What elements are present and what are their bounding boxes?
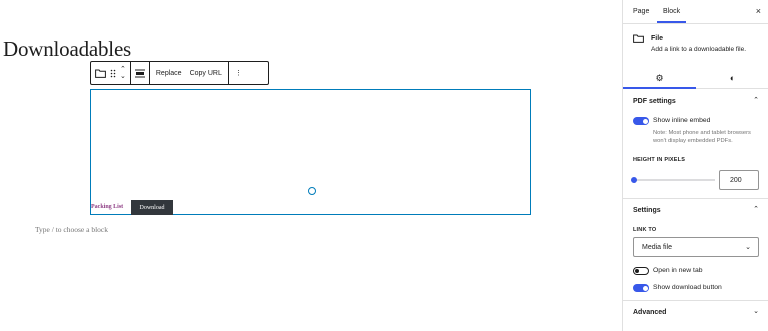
chevron-down-icon: ⌄ [753, 308, 759, 315]
editor-canvas: Downloadables ⌃ ⌄ Replace Copy URL ⋮ Pac… [0, 0, 622, 331]
open-new-tab-toggle[interactable] [633, 267, 649, 275]
toolbar-group-block: ⌃ ⌄ [91, 62, 131, 84]
show-inline-embed-toggle[interactable] [633, 117, 649, 125]
inspector-tabs: ⚙ ◐ [623, 67, 768, 89]
toolbar-group-align [131, 62, 150, 84]
toolbar-group-file: Replace Copy URL [150, 62, 229, 84]
show-inline-embed-label: Show inline embed [653, 117, 711, 124]
tab-page[interactable]: Page [633, 8, 649, 15]
block-card-title: File [651, 35, 664, 42]
height-slider-track[interactable] [633, 179, 715, 181]
move-down-icon[interactable]: ⌄ [120, 73, 126, 80]
folder-icon [95, 69, 106, 78]
replace-button[interactable]: Replace [154, 62, 184, 84]
block-card-description: Add a link to a downloadable file. [651, 46, 747, 53]
show-download-button-toggle[interactable] [633, 284, 649, 292]
link-to-select[interactable]: Media file ⌄ [633, 237, 759, 257]
toolbar-group-more: ⋮ [229, 62, 248, 84]
tab-settings-gear-icon[interactable]: ⚙ [623, 67, 696, 89]
advanced-title: Advanced [633, 309, 667, 316]
pdf-settings-panel-header[interactable]: PDF settings ⌃ [623, 90, 768, 112]
align-button[interactable] [134, 62, 145, 84]
chevron-up-icon: ⌃ [753, 206, 759, 213]
height-in-pixels-label: HEIGHT IN PIXELS [633, 157, 686, 163]
link-to-value: Media file [642, 244, 672, 251]
drag-handle[interactable] [110, 62, 116, 84]
more-options-icon[interactable]: ⋮ [233, 62, 244, 84]
chevron-up-icon: ⌃ [753, 97, 759, 104]
folder-icon [633, 34, 644, 43]
close-icon[interactable]: × [756, 6, 761, 16]
settings-sidebar: Page Block × File Add a link to a downlo… [622, 0, 768, 331]
link-to-label: LINK TO [633, 227, 657, 233]
settings-title: Settings [633, 207, 661, 214]
show-download-button-label: Show download button [653, 284, 722, 291]
advanced-panel-header[interactable]: Advanced ⌄ [623, 301, 768, 323]
block-type-button[interactable] [95, 62, 106, 84]
move-buttons: ⌃ ⌄ [120, 62, 126, 84]
copy-url-button[interactable]: Copy URL [188, 62, 224, 84]
chevron-down-icon: ⌄ [745, 244, 751, 251]
tab-block[interactable]: Block [656, 8, 687, 23]
move-up-icon[interactable]: ⌃ [120, 66, 126, 73]
sidebar-tabs: Page Block × [623, 0, 768, 24]
pdf-settings-title: PDF settings [633, 98, 676, 105]
file-link[interactable]: Packing List [91, 204, 123, 210]
tab-styles-contrast-icon[interactable]: ◐ [696, 67, 768, 89]
settings-panel-header[interactable]: Settings ⌃ [623, 199, 768, 221]
download-button[interactable]: Download [131, 200, 173, 215]
file-block[interactable]: Packing List Download [90, 89, 531, 215]
drag-icon [110, 69, 116, 77]
post-title[interactable]: Downloadables [3, 37, 131, 62]
loading-spinner-icon [308, 187, 316, 195]
block-appender[interactable]: Type / to choose a block [35, 225, 108, 234]
align-icon [134, 69, 145, 77]
block-card: File Add a link to a downloadable file. [623, 24, 768, 67]
open-new-tab-label: Open in new tab [653, 267, 703, 274]
block-toolbar: ⌃ ⌄ Replace Copy URL ⋮ [90, 61, 269, 85]
height-slider-thumb[interactable] [631, 177, 637, 183]
height-number-input[interactable]: 200 [719, 170, 759, 190]
inline-embed-help-text: Note: Most phone and tablet browsers won… [653, 130, 751, 144]
